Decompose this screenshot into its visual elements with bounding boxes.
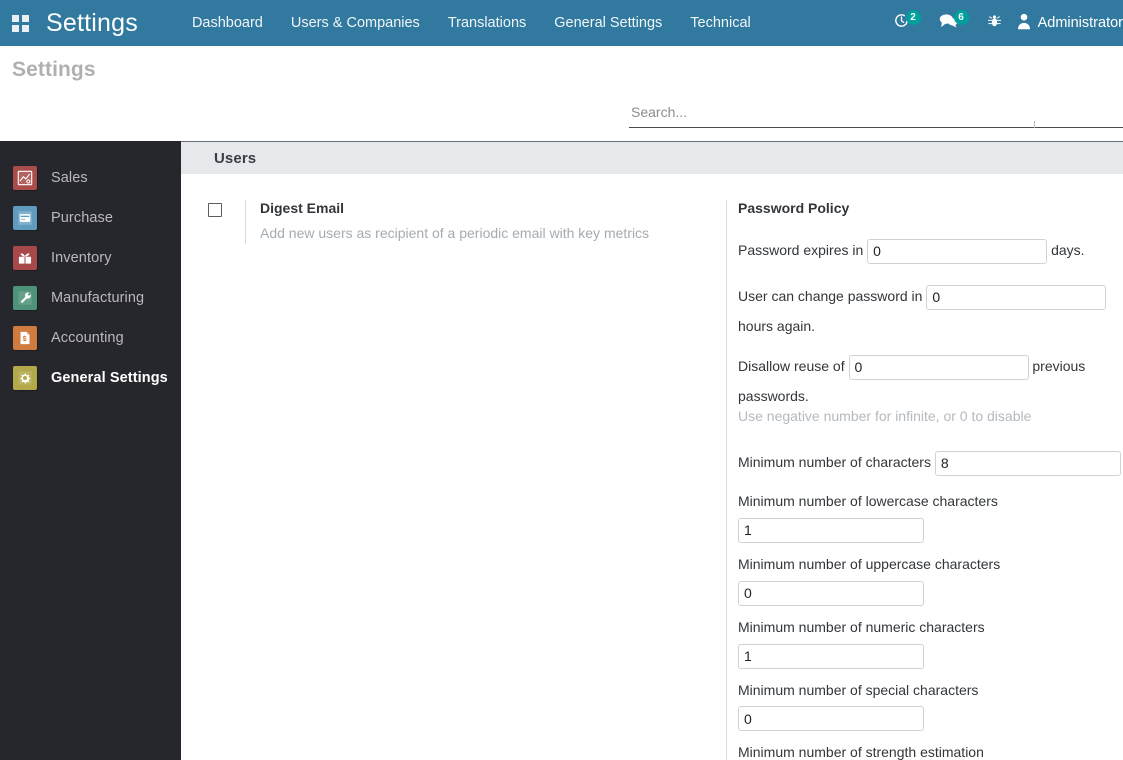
sidebar-item-label: General Settings xyxy=(51,370,168,386)
min-strength-row: Minimum number of strength estimation xyxy=(738,744,1123,760)
password-expires-suffix: days. xyxy=(1051,242,1085,258)
sidebar-item-label: Sales xyxy=(51,170,88,186)
min-lowercase-label: Minimum number of lowercase characters xyxy=(738,493,998,510)
search-input[interactable] xyxy=(629,104,1123,122)
sidebar-item-sales[interactable]: Sales xyxy=(0,158,181,198)
min-special-label: Minimum number of special characters xyxy=(738,681,979,698)
sidebar-item-label: Purchase xyxy=(51,210,114,226)
settings-right-column: Password Policy Password expires in days… xyxy=(726,200,1123,760)
password-policy-title: Password Policy xyxy=(738,200,850,216)
min-uppercase-row: Minimum number of uppercase characters xyxy=(738,556,1123,606)
password-change-row: User can change password in hours again. xyxy=(738,281,1123,341)
purchase-card-icon xyxy=(13,206,37,230)
min-uppercase-input[interactable] xyxy=(738,580,924,606)
min-special-row: Minimum number of special characters xyxy=(738,682,1123,732)
password-change-label: User can change password in xyxy=(738,288,923,304)
settings-content: Users Digest Email Add new users as reci… xyxy=(181,141,1123,760)
control-panel: Settings Save Discard xyxy=(0,46,1123,175)
password-reuse-hint: Use negative number for infinite, or 0 t… xyxy=(738,408,1032,424)
setting-divider xyxy=(245,200,246,244)
nav-item-technical[interactable]: Technical xyxy=(676,0,764,46)
settings-sidebar: Sales Purchase Inventory Manufacturing $… xyxy=(0,141,181,760)
user-menu-label: Administrator xyxy=(1037,15,1123,31)
bug-icon xyxy=(987,13,1002,34)
min-chars-label: Minimum number of characters xyxy=(738,454,931,471)
password-expires-row: Password expires in days. xyxy=(738,235,1123,265)
grid-apps-icon xyxy=(11,14,29,32)
nav-item-general-settings[interactable]: General Settings xyxy=(540,0,676,46)
search-divider xyxy=(1034,121,1035,128)
digest-email-help: Add new users as recipient of a periodic… xyxy=(260,225,650,241)
password-policy-block: Password Policy Password expires in days… xyxy=(726,200,1123,760)
apps-menu-toggle[interactable] xyxy=(0,0,40,46)
min-chars-row: Minimum number of characters xyxy=(738,447,1123,477)
password-reuse-suffix: previous xyxy=(1032,358,1086,374)
min-strength-label: Minimum number of strength estimation xyxy=(738,744,984,760)
min-lowercase-row: Minimum number of lowercase characters xyxy=(738,493,1123,543)
nav-item-dashboard[interactable]: Dashboard xyxy=(178,0,277,46)
password-change-suffix: hours again. xyxy=(738,318,816,334)
inventory-box-icon xyxy=(13,246,37,270)
svg-text:$: $ xyxy=(23,334,27,343)
sidebar-item-accounting[interactable]: $ Accounting xyxy=(0,318,181,358)
user-menu[interactable]: Administrator xyxy=(1011,0,1123,46)
password-expires-input[interactable] xyxy=(867,238,1048,264)
password-expires-label: Password expires in xyxy=(738,242,864,258)
min-numeric-label: Minimum number of numeric characters xyxy=(738,618,985,635)
min-uppercase-label: Minimum number of uppercase characters xyxy=(738,555,1001,572)
digest-email-text: Digest Email Add new users as recipient … xyxy=(260,200,649,242)
nav-item-translations[interactable]: Translations xyxy=(434,0,540,46)
accounting-invoice-icon: $ xyxy=(13,326,37,350)
section-title: Users xyxy=(214,149,257,167)
manufacturing-wrench-icon xyxy=(13,286,37,310)
search-view xyxy=(629,104,1123,128)
sidebar-item-general-settings[interactable]: General Settings xyxy=(0,358,181,398)
brand-title[interactable]: Settings xyxy=(46,9,138,38)
password-reuse-label: Disallow reuse of xyxy=(738,358,845,374)
activity-count-badge: 2 xyxy=(905,9,921,25)
sidebar-item-manufacturing[interactable]: Manufacturing xyxy=(0,278,181,318)
nav-item-users-companies[interactable]: Users & Companies xyxy=(277,0,434,46)
main-nav: Dashboard Users & Companies Translations… xyxy=(178,0,765,46)
digest-email-label: Digest Email xyxy=(260,200,345,216)
top-navbar: Settings Dashboard Users & Companies Tra… xyxy=(0,0,1123,46)
password-change-input[interactable] xyxy=(926,284,1107,310)
user-avatar-icon xyxy=(1017,13,1031,34)
min-numeric-input[interactable] xyxy=(738,643,924,669)
password-reuse-input[interactable] xyxy=(848,354,1029,380)
page-title: Settings xyxy=(12,58,96,81)
setting-digest-email: Digest Email Add new users as recipient … xyxy=(208,200,726,244)
min-chars-input[interactable] xyxy=(934,450,1121,476)
sidebar-item-label: Inventory xyxy=(51,250,112,266)
messaging-count-badge: 6 xyxy=(953,9,969,25)
activity-menu[interactable]: 2 xyxy=(884,0,930,46)
digest-email-checkbox[interactable] xyxy=(208,203,222,217)
sales-chart-icon xyxy=(13,166,37,190)
password-reuse-row: Disallow reuse of previous passwords. xyxy=(738,351,1123,411)
min-special-input[interactable] xyxy=(738,706,924,732)
min-lowercase-input[interactable] xyxy=(738,517,924,543)
settings-left-column: Digest Email Add new users as recipient … xyxy=(181,200,726,760)
sidebar-item-purchase[interactable]: Purchase xyxy=(0,198,181,238)
systray: 2 6 Administrator xyxy=(884,0,1123,46)
settings-columns: Digest Email Add new users as recipient … xyxy=(181,174,1123,760)
sidebar-item-label: Accounting xyxy=(51,330,124,346)
sidebar-item-label: Manufacturing xyxy=(51,290,145,306)
section-header-users: Users xyxy=(181,141,1123,174)
settings-gear-icon xyxy=(13,366,37,390)
sidebar-item-inventory[interactable]: Inventory xyxy=(0,238,181,278)
messaging-menu[interactable]: 6 xyxy=(930,0,978,46)
debug-menu[interactable] xyxy=(978,0,1011,46)
min-numeric-row: Minimum number of numeric characters xyxy=(738,619,1123,669)
